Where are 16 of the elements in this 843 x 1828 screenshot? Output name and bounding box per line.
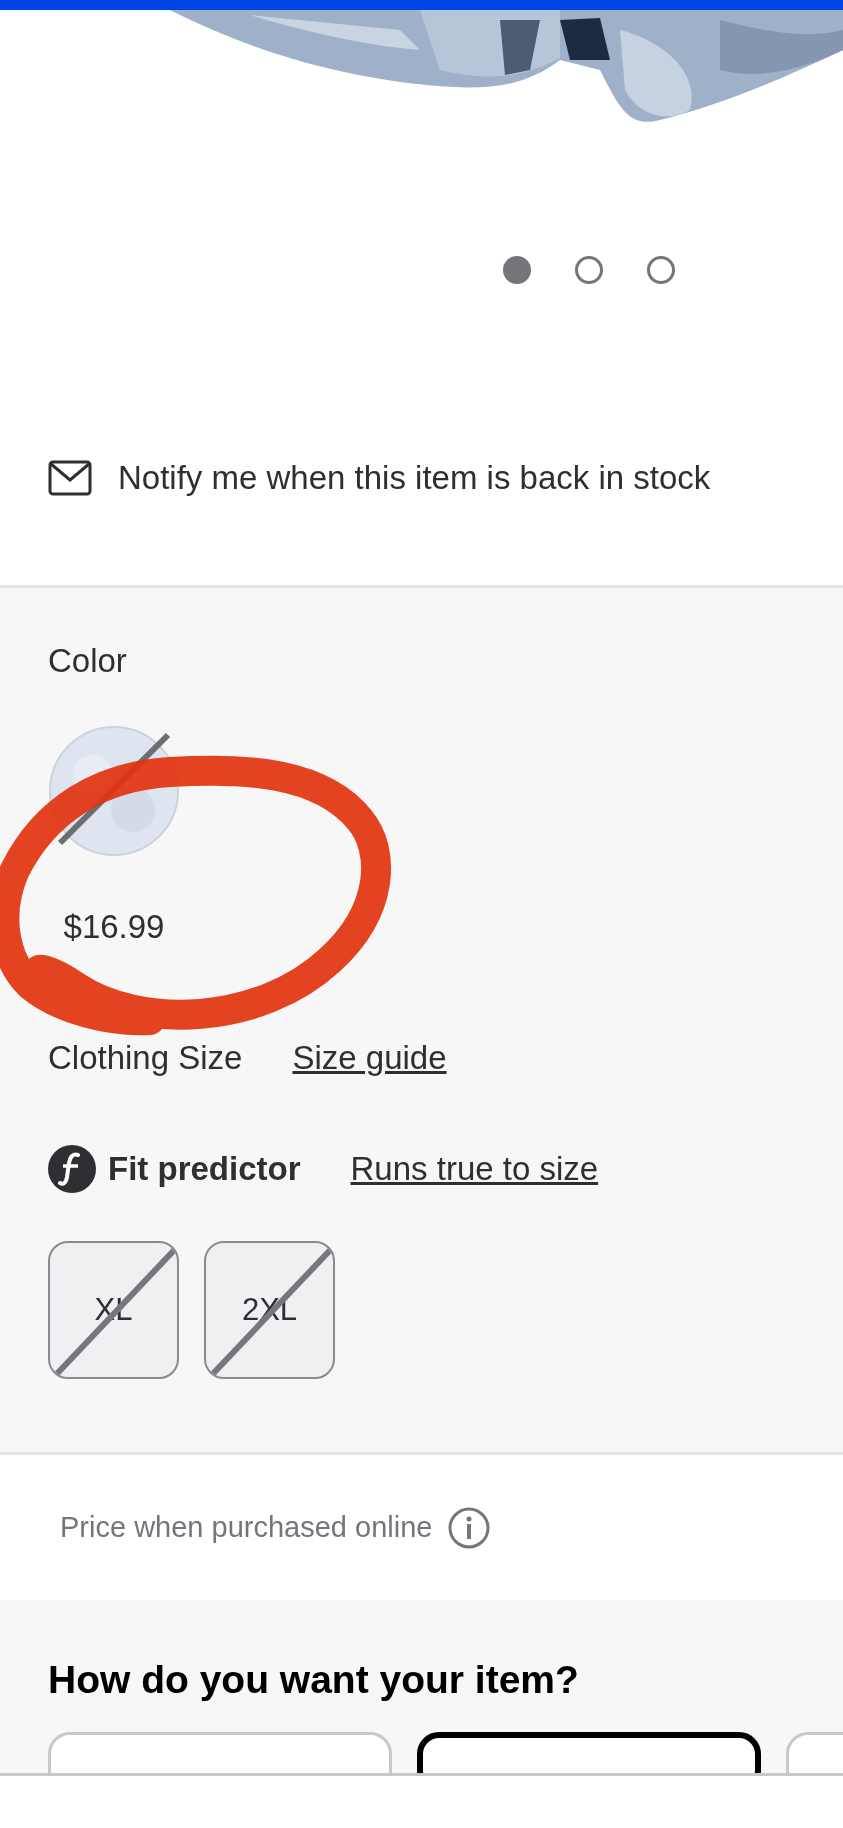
size-label: Clothing Size <box>48 1038 243 1078</box>
section-title: How do you want your item? <box>48 1658 580 1702</box>
info-icon[interactable] <box>448 1506 491 1549</box>
mail-icon <box>48 460 92 496</box>
carousel-dot[interactable] <box>503 256 531 284</box>
color-swatch[interactable] <box>48 725 180 857</box>
color-label: Color <box>48 641 128 681</box>
price-note: Price when purchased online <box>60 1511 433 1544</box>
fit-link[interactable]: Runs true to size <box>350 1150 599 1188</box>
carousel-dot[interactable] <box>647 256 675 284</box>
fit-predictor-label: Fit predictor <box>108 1150 301 1188</box>
swatch-price: $16.99 <box>63 908 165 946</box>
size-guide-link[interactable]: Size guide <box>292 1039 447 1077</box>
notify-link[interactable]: Notify me when this item is back in stock <box>118 459 711 497</box>
carousel-dot[interactable] <box>575 256 603 284</box>
fit-predictor-icon <box>48 1145 96 1193</box>
